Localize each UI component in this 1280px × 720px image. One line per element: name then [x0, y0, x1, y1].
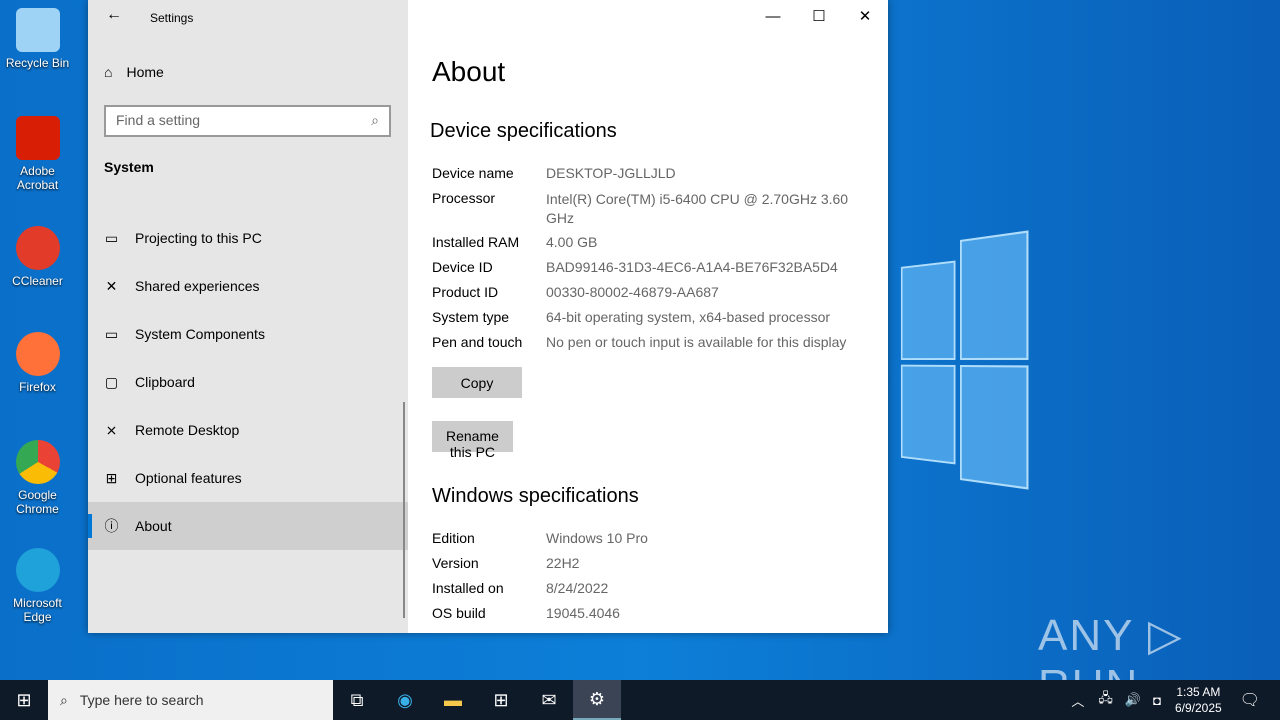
- desktop-icon-chrome[interactable]: Google Chrome: [0, 440, 75, 516]
- settings-window: ← Settings ⌂ Home Find a setting ⌕ System …: [88, 0, 888, 633]
- desktop-icon-adobe-acrobat[interactable]: Adobe Acrobat: [0, 116, 75, 192]
- task-view-icon: ⧉: [350, 689, 364, 710]
- windows-logo-wallpaper: [900, 230, 1029, 490]
- recycle-bin-icon: [15, 8, 60, 52]
- optional-features-icon: ⊞: [105, 469, 118, 486]
- chrome-icon: [15, 440, 60, 484]
- acrobat-icon: [15, 116, 60, 160]
- mail-icon: ✉: [541, 689, 557, 710]
- taskbar-file-explorer[interactable]: ▬: [429, 680, 477, 720]
- desktop-icon-firefox[interactable]: Firefox: [0, 332, 75, 394]
- system-tray: ︿ 🖧 🔊 ◘ 1:35 AM 6/9/2025 🗨: [1063, 680, 1280, 720]
- spec-row: Installed on 8/24/2022: [432, 580, 609, 596]
- folder-icon: ▬: [444, 689, 462, 710]
- edge-icon: ◉: [397, 689, 413, 710]
- start-button[interactable]: ⊞: [0, 680, 48, 720]
- minimize-button[interactable]: —: [750, 0, 796, 34]
- spec-row: Product ID 00330-80002-46879-AA687: [432, 284, 719, 300]
- desktop-icon-ccleaner[interactable]: CCleaner: [0, 226, 75, 288]
- remote-desktop-icon: ⨯: [105, 421, 118, 438]
- spec-row: OS build 19045.4046: [432, 605, 620, 621]
- device-specs-heading: Device specifications: [430, 120, 617, 142]
- sidebar-item-about[interactable]: ⓘ About: [88, 502, 408, 550]
- clock[interactable]: 1:35 AM 6/9/2025: [1175, 684, 1222, 716]
- page-title: About: [432, 56, 506, 87]
- spec-row: Edition Windows 10 Pro: [432, 530, 648, 546]
- find-setting-input[interactable]: Find a setting ⌕: [104, 105, 391, 137]
- spec-row: System type 64-bit operating system, x64-…: [432, 309, 831, 325]
- close-button[interactable]: ✕: [842, 0, 888, 34]
- windows-start-icon: ⊞: [16, 689, 32, 710]
- info-icon: ⓘ: [104, 518, 119, 534]
- system-components-icon: ▭: [104, 325, 119, 342]
- meet-now-icon[interactable]: ◘: [1153, 693, 1161, 708]
- search-icon: ⌕: [371, 112, 379, 128]
- firefox-icon: [15, 332, 60, 376]
- network-icon[interactable]: 🖧: [1098, 689, 1113, 711]
- sidebar-item-optional-features[interactable]: ⊞ Optional features: [88, 454, 408, 502]
- search-icon: ⌕: [60, 691, 68, 708]
- copy-button[interactable]: Copy: [432, 367, 522, 398]
- spec-row: Device ID BAD99146-31D3-4EC6-A1A4-BE76F32…: [432, 259, 838, 275]
- maximize-button[interactable]: ☐: [796, 0, 842, 34]
- spec-row: Pen and touch No pen or touch input is av…: [432, 334, 847, 350]
- taskbar-search[interactable]: ⌕ Type here to search: [48, 680, 333, 720]
- spec-row: Processor Intel(R) Core(TM) i5-6400 CPU @…: [432, 190, 849, 226]
- shared-experiences-icon: ✕: [105, 277, 118, 294]
- chevron-up-icon[interactable]: ︿: [1071, 691, 1084, 710]
- taskbar: ⊞ ⌕ Type here to search ⧉ ◉ ▬ ⊞ ✉ ⚙ ︿ 🖧 🔊…: [0, 680, 1280, 720]
- clipboard-icon: ▢: [104, 373, 119, 390]
- spec-row: Installed RAM 4.00 GB: [432, 234, 598, 250]
- sidebar-scrollbar[interactable]: [403, 402, 405, 618]
- taskbar-edge[interactable]: ◉: [381, 680, 429, 720]
- sidebar-home[interactable]: ⌂ Home: [104, 64, 164, 80]
- ccleaner-icon: [15, 226, 60, 270]
- task-view-button[interactable]: ⧉: [333, 680, 381, 720]
- home-icon: ⌂: [104, 64, 113, 80]
- sidebar-item-clipboard[interactable]: ▢ Clipboard: [88, 358, 408, 406]
- taskbar-settings[interactable]: ⚙: [573, 680, 621, 720]
- sidebar-item-system-components[interactable]: ▭ System Components: [88, 310, 408, 358]
- back-arrow-icon[interactable]: ←: [106, 6, 122, 24]
- notifications-icon[interactable]: 🗨: [1240, 690, 1260, 710]
- sidebar: ← Settings ⌂ Home Find a setting ⌕ System …: [88, 0, 408, 633]
- taskbar-store[interactable]: ⊞: [477, 680, 525, 720]
- gear-icon: ⚙: [588, 688, 606, 709]
- volume-icon[interactable]: 🔊: [1125, 692, 1141, 708]
- desktop-icon-edge[interactable]: Microsoft Edge: [0, 548, 75, 624]
- sidebar-item-shared-experiences[interactable]: ✕ Shared experiences: [88, 262, 408, 310]
- window-title: Settings: [150, 11, 194, 25]
- spec-row: Version 22H2: [432, 555, 580, 571]
- rename-pc-button[interactable]: Rename this PC: [432, 421, 513, 460]
- store-icon: ⊞: [493, 689, 509, 710]
- windows-specs-heading: Windows specifications: [432, 485, 639, 507]
- desktop-icon-recycle-bin[interactable]: Recycle Bin: [0, 8, 75, 70]
- taskbar-mail[interactable]: ✉: [525, 680, 573, 720]
- projecting-icon: ▭: [104, 229, 119, 246]
- spec-row: Device name DESKTOP-JGLLJLD: [432, 165, 676, 181]
- edge-icon: [15, 548, 60, 592]
- section-heading: System: [104, 159, 154, 175]
- sidebar-item-remote-desktop[interactable]: ⨯ Remote Desktop: [88, 406, 408, 454]
- sidebar-item-projecting[interactable]: ▭ Projecting to this PC: [88, 214, 408, 262]
